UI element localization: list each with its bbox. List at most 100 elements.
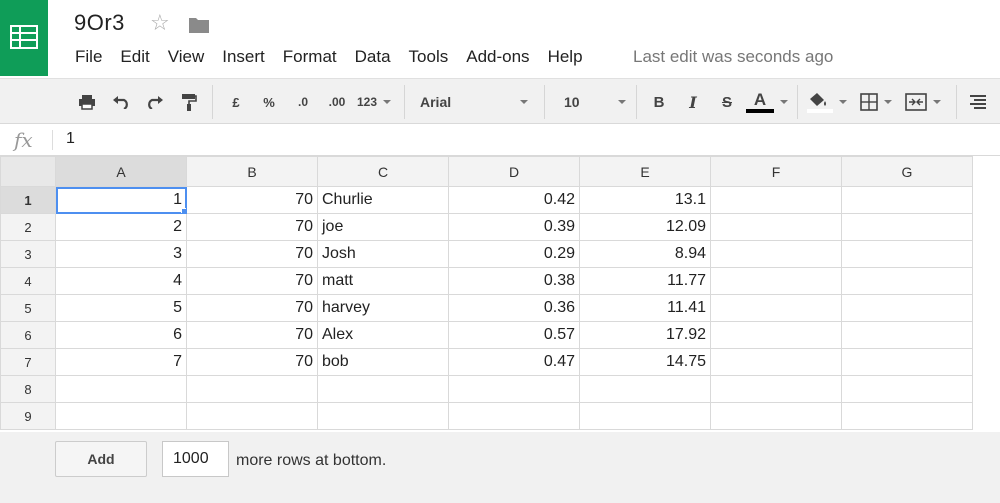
cell-d2[interactable]: 0.39: [448, 213, 580, 241]
column-header[interactable]: D: [448, 156, 580, 187]
cell-g4[interactable]: [841, 267, 973, 295]
cell-g8[interactable]: [841, 375, 973, 403]
cell-b4[interactable]: 70: [186, 267, 318, 295]
cell-b3[interactable]: 70: [186, 240, 318, 268]
cell-d4[interactable]: 0.38: [448, 267, 580, 295]
cell-e4[interactable]: 11.77: [579, 267, 711, 295]
redo-button[interactable]: [144, 89, 166, 115]
cell-f8[interactable]: [710, 375, 842, 403]
cell-g1[interactable]: [841, 186, 973, 214]
cell-g7[interactable]: [841, 348, 973, 376]
more-formats-dropdown[interactable]: 123: [354, 89, 394, 115]
sheets-logo[interactable]: [0, 0, 48, 76]
row-header[interactable]: 4: [0, 267, 56, 295]
currency-button[interactable]: £: [226, 89, 246, 115]
cell-g2[interactable]: [841, 213, 973, 241]
cell-f9[interactable]: [710, 402, 842, 430]
borders-button[interactable]: [856, 89, 896, 115]
cell-c1[interactable]: Churlie: [317, 186, 449, 214]
cell-e6[interactable]: 17.92: [579, 321, 711, 349]
cell-f7[interactable]: [710, 348, 842, 376]
row-header[interactable]: 5: [0, 294, 56, 322]
row-header[interactable]: 2: [0, 213, 56, 241]
cell-f2[interactable]: [710, 213, 842, 241]
row-header[interactable]: 8: [0, 375, 56, 403]
cell-c4[interactable]: matt: [317, 267, 449, 295]
print-button[interactable]: [76, 89, 98, 115]
cell-c8[interactable]: [317, 375, 449, 403]
document-title[interactable]: 9Or3: [74, 10, 125, 36]
cell-d9[interactable]: [448, 402, 580, 430]
cell-f1[interactable]: [710, 186, 842, 214]
cell-d3[interactable]: 0.29: [448, 240, 580, 268]
cell-e3[interactable]: 8.94: [579, 240, 711, 268]
decrease-decimal-button[interactable]: .0: [290, 89, 316, 115]
menu-tools[interactable]: Tools: [400, 46, 458, 68]
menu-data[interactable]: Data: [346, 46, 400, 68]
row-header[interactable]: 3: [0, 240, 56, 268]
cell-b1[interactable]: 70: [186, 186, 318, 214]
cell-e7[interactable]: 14.75: [579, 348, 711, 376]
merge-cells-button[interactable]: [900, 89, 946, 115]
column-header[interactable]: B: [186, 156, 318, 187]
column-header[interactable]: G: [841, 156, 973, 187]
cell-b6[interactable]: 70: [186, 321, 318, 349]
increase-decimal-button[interactable]: .00: [322, 89, 352, 115]
cell-e8[interactable]: [579, 375, 711, 403]
menu-view[interactable]: View: [159, 46, 214, 68]
cell-c9[interactable]: [317, 402, 449, 430]
menu-addons[interactable]: Add-ons: [457, 46, 538, 68]
cell-a4[interactable]: 4: [55, 267, 187, 295]
formula-input[interactable]: 1: [66, 130, 75, 148]
font-size-dropdown[interactable]: 10: [564, 90, 626, 114]
align-button[interactable]: [966, 89, 990, 115]
cell-g5[interactable]: [841, 294, 973, 322]
cell-c2[interactable]: joe: [317, 213, 449, 241]
rows-count-input[interactable]: [162, 441, 229, 477]
italic-button[interactable]: I: [682, 89, 704, 115]
menu-help[interactable]: Help: [539, 46, 592, 68]
cell-f4[interactable]: [710, 267, 842, 295]
column-header[interactable]: F: [710, 156, 842, 187]
cell-c6[interactable]: Alex: [317, 321, 449, 349]
fill-color-button[interactable]: [806, 89, 848, 115]
cell-d8[interactable]: [448, 375, 580, 403]
cell-f5[interactable]: [710, 294, 842, 322]
cell-c5[interactable]: harvey: [317, 294, 449, 322]
cell-f6[interactable]: [710, 321, 842, 349]
paint-format-button[interactable]: [178, 89, 200, 115]
cell-a9[interactable]: [55, 402, 187, 430]
cell-e5[interactable]: 11.41: [579, 294, 711, 322]
cell-d1[interactable]: 0.42: [448, 186, 580, 214]
star-icon[interactable]: ☆: [150, 11, 170, 35]
menu-edit[interactable]: Edit: [111, 46, 158, 68]
row-header[interactable]: 9: [0, 402, 56, 430]
cell-g6[interactable]: [841, 321, 973, 349]
cell-a1[interactable]: 1: [55, 186, 187, 214]
font-family-dropdown[interactable]: Arial: [420, 90, 528, 114]
cell-f3[interactable]: [710, 240, 842, 268]
column-header[interactable]: A: [55, 156, 187, 187]
cell-b7[interactable]: 70: [186, 348, 318, 376]
cell-d5[interactable]: 0.36: [448, 294, 580, 322]
row-header[interactable]: 6: [0, 321, 56, 349]
fill-handle[interactable]: [181, 208, 186, 213]
row-header[interactable]: 7: [0, 348, 56, 376]
column-header[interactable]: E: [579, 156, 711, 187]
text-color-button[interactable]: A: [744, 89, 790, 115]
cell-d6[interactable]: 0.57: [448, 321, 580, 349]
menu-insert[interactable]: Insert: [213, 46, 274, 68]
bold-button[interactable]: B: [648, 89, 670, 115]
cell-e9[interactable]: [579, 402, 711, 430]
strikethrough-button[interactable]: S: [716, 89, 738, 115]
cell-a3[interactable]: 3: [55, 240, 187, 268]
cell-b2[interactable]: 70: [186, 213, 318, 241]
cell-b9[interactable]: [186, 402, 318, 430]
cell-c3[interactable]: Josh: [317, 240, 449, 268]
cell-a6[interactable]: 6: [55, 321, 187, 349]
menu-format[interactable]: Format: [274, 46, 346, 68]
add-rows-button[interactable]: Add: [55, 441, 147, 477]
cell-b8[interactable]: [186, 375, 318, 403]
cell-g3[interactable]: [841, 240, 973, 268]
menu-file[interactable]: File: [66, 46, 111, 68]
